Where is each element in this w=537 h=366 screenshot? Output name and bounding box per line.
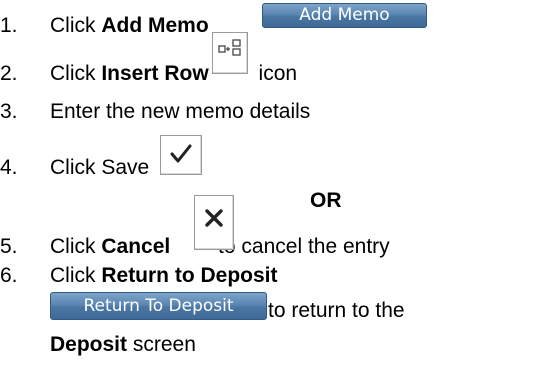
add-memo-label: Add Memo xyxy=(101,14,209,37)
cancel-label: Cancel xyxy=(101,235,171,258)
step-number: 2. xyxy=(0,62,18,85)
step-6: 6. Click Return to Deposit xyxy=(0,264,278,287)
step-5: 5. Click Cancel to cancel the entry xyxy=(0,195,537,265)
add-memo-button[interactable]: Add Memo xyxy=(262,3,427,28)
step-number: 4. xyxy=(0,156,18,179)
save-checkmark-icon[interactable] xyxy=(160,135,202,175)
step-number: 3. xyxy=(0,100,18,123)
step-number: 5. xyxy=(0,235,18,258)
or-label: OR xyxy=(310,189,342,212)
return-to-deposit-label: Return to Deposit xyxy=(101,264,278,287)
step-3: 3. Enter the new memo details xyxy=(0,100,311,123)
step-4: 4. Click Save xyxy=(0,135,537,186)
step-number: 6. xyxy=(0,264,18,287)
step-6-continuation: to return to the xyxy=(268,299,405,322)
step-6-continuation-2: Deposit screen xyxy=(50,333,196,356)
insert-row-label: Insert Row xyxy=(101,62,209,85)
step-1: 1. Click Add Memo Add Memo xyxy=(0,3,537,44)
deposit-label: Deposit xyxy=(50,333,128,356)
step-number: 1. xyxy=(0,14,18,37)
insert-row-icon[interactable] xyxy=(212,32,248,74)
step-2: 2. Click Insert Row icon xyxy=(0,32,537,92)
cancel-close-icon[interactable] xyxy=(194,195,234,250)
return-to-deposit-button[interactable]: Return To Deposit xyxy=(50,292,267,320)
